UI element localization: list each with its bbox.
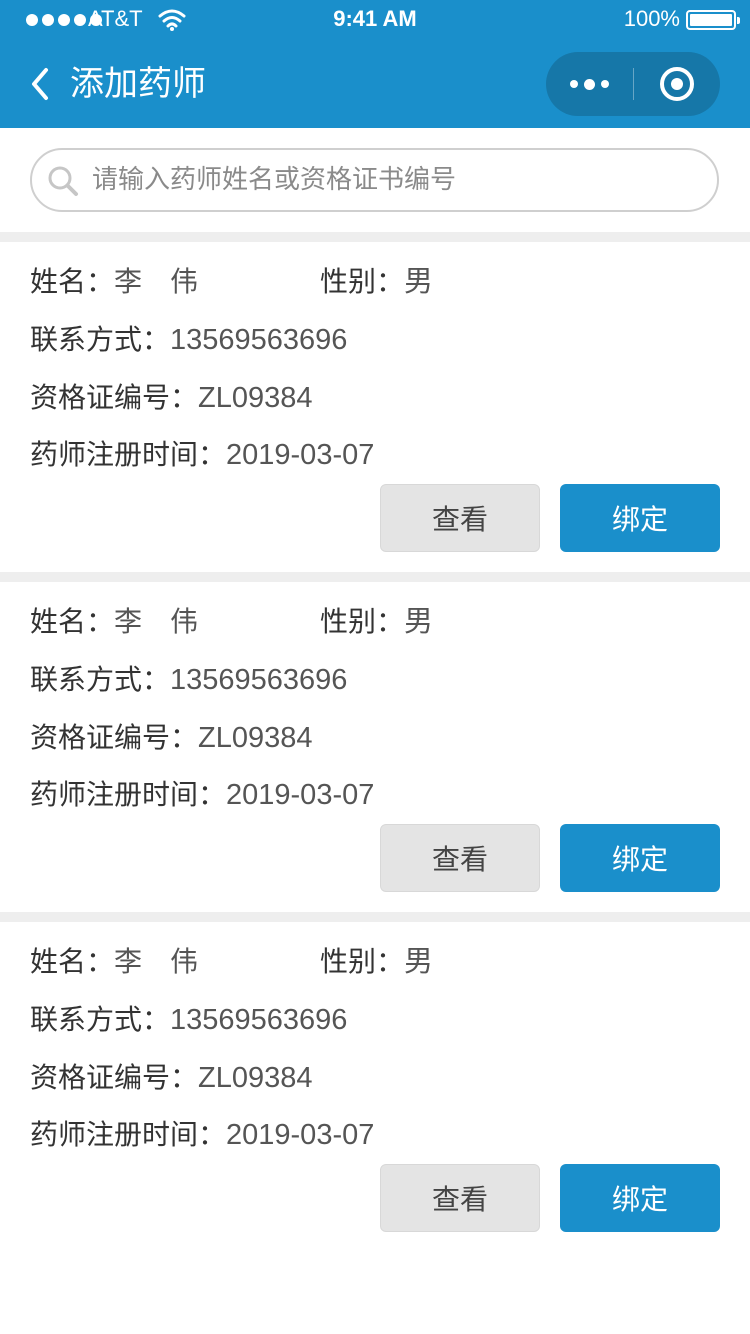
cert-label: 资格证编号： (30, 721, 199, 754)
name-label: 姓名： (30, 265, 115, 298)
cert-value: ZL09384 (198, 1062, 313, 1094)
search-section (0, 128, 750, 232)
name-value: 李伟 (114, 605, 227, 638)
pharmacist-card: 姓名：李伟 性别：男 联系方式：13569563696 资格证编号：ZL0938… (0, 912, 750, 1252)
pharmacist-list: 姓名：李伟 性别：男 联系方式：13569563696 资格证编号：ZL0938… (0, 232, 750, 1252)
contact-label: 联系方式： (30, 663, 171, 696)
reg-time-label: 药师注册时间： (30, 778, 227, 811)
status-bar: AT&T 9:41 AM 100% (0, 0, 750, 40)
chevron-left-icon[interactable] (24, 62, 60, 106)
cert-label: 资格证编号： (30, 381, 199, 414)
cert-row: 资格证编号：ZL09384 (30, 380, 313, 416)
miniprogram-capsule (546, 52, 720, 116)
contact-row: 联系方式：13569563696 (30, 322, 347, 358)
gender-value: 男 (404, 606, 434, 638)
contact-label: 联系方式： (30, 1003, 171, 1036)
cert-row: 资格证编号：ZL09384 (30, 1060, 313, 1096)
search-box[interactable] (30, 148, 719, 212)
gender-label: 性别： (320, 605, 405, 638)
name-label: 姓名： (30, 605, 115, 638)
name-row: 姓名：李伟 (30, 604, 226, 640)
view-button[interactable]: 查看 (380, 824, 540, 892)
bind-button[interactable]: 绑定 (560, 1164, 720, 1232)
reg-time-row: 药师注册时间：2019-03-07 (30, 1117, 374, 1153)
contact-value: 13569563696 (170, 1004, 348, 1036)
view-button[interactable]: 查看 (380, 484, 540, 552)
gender-row: 性别：男 (320, 944, 433, 980)
bind-button[interactable]: 绑定 (560, 824, 720, 892)
pharmacist-card: 姓名：李伟 性别：男 联系方式：13569563696 资格证编号：ZL0938… (0, 232, 750, 572)
view-button[interactable]: 查看 (380, 1164, 540, 1232)
close-miniprogram-button[interactable] (633, 52, 720, 116)
cert-value: ZL09384 (198, 382, 313, 414)
reg-time-value: 2019-03-07 (226, 1119, 375, 1151)
contact-value: 13569563696 (170, 324, 348, 356)
reg-time-value: 2019-03-07 (226, 439, 375, 471)
contact-row: 联系方式：13569563696 (30, 1002, 347, 1038)
cert-value: ZL09384 (198, 722, 313, 754)
battery-icon (686, 10, 740, 30)
contact-value: 13569563696 (170, 664, 348, 696)
gender-row: 性别：男 (320, 264, 433, 300)
reg-time-row: 药师注册时间：2019-03-07 (30, 777, 374, 813)
name-row: 姓名：李伟 (30, 944, 226, 980)
name-value: 李伟 (114, 265, 227, 298)
gender-value: 男 (404, 946, 434, 978)
reg-time-label: 药师注册时间： (30, 1118, 227, 1151)
contact-row: 联系方式：13569563696 (30, 662, 347, 698)
gender-row: 性别：男 (320, 604, 433, 640)
gender-label: 性别： (320, 945, 405, 978)
reg-time-label: 药师注册时间： (30, 438, 227, 471)
gender-value: 男 (404, 266, 434, 298)
bind-button[interactable]: 绑定 (560, 484, 720, 552)
page-title: 添加药师 (70, 64, 206, 104)
search-icon (48, 166, 78, 196)
reg-time-value: 2019-03-07 (226, 779, 375, 811)
name-row: 姓名：李伟 (30, 264, 226, 300)
target-circle-icon (659, 67, 694, 101)
cert-row: 资格证编号：ZL09384 (30, 720, 313, 756)
app-header: AT&T 9:41 AM 100% 添加药师 (0, 0, 750, 128)
pharmacist-card: 姓名：李伟 性别：男 联系方式：13569563696 资格证编号：ZL0938… (0, 572, 750, 912)
search-input[interactable] (92, 150, 702, 210)
battery-percent: 100% (623, 6, 680, 31)
name-value: 李伟 (114, 945, 227, 978)
contact-label: 联系方式： (30, 323, 171, 356)
cert-label: 资格证编号： (30, 1061, 199, 1094)
more-dots-icon[interactable] (546, 52, 633, 116)
name-label: 姓名： (30, 945, 115, 978)
reg-time-row: 药师注册时间：2019-03-07 (30, 437, 374, 473)
gender-label: 性别： (320, 265, 405, 298)
